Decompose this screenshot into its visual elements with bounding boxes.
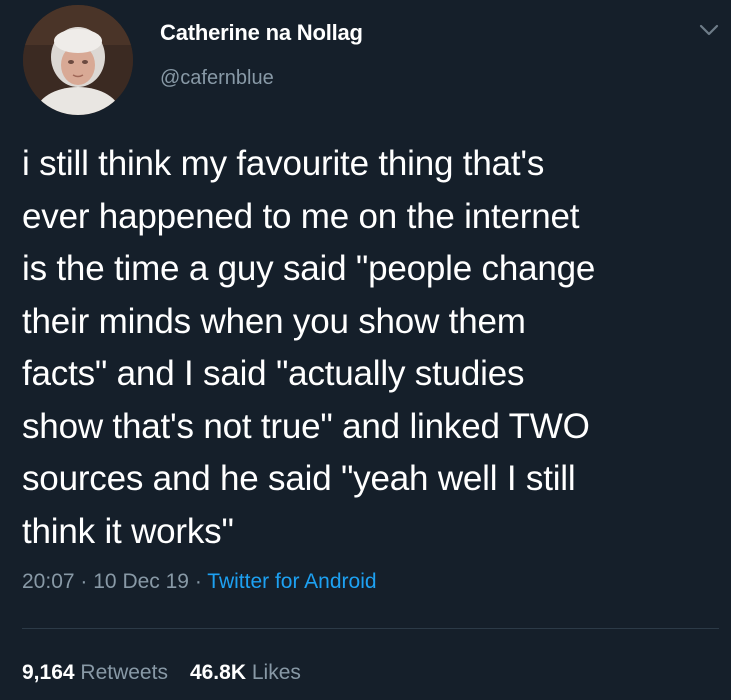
chevron-down-icon[interactable] <box>698 22 720 38</box>
retweets-count: 9,164 <box>22 661 75 684</box>
tweet-time[interactable]: 20:07 <box>22 570 75 593</box>
tweet-text-line: i still think my favourite thing that's <box>22 144 545 183</box>
tweet-date[interactable]: 10 Dec 19 <box>93 570 189 593</box>
tweet-meta: 20:07 · 10 Dec 19 · Twitter for Android <box>22 570 377 594</box>
meta-separator: · <box>80 570 88 593</box>
avatar-photo-icon <box>23 5 133 115</box>
divider <box>22 628 719 629</box>
tweet-text-line: their minds when you show them <box>22 301 526 341</box>
retweets-label: Retweets <box>80 661 168 684</box>
likes-stat[interactable]: 46.8K Likes <box>190 661 301 684</box>
tweet-text: i still think my favourite thing that's … <box>22 138 722 558</box>
author-handle[interactable]: @cafernblue <box>160 67 274 90</box>
tweet-text-line: is the time a guy said "people change <box>22 249 596 288</box>
tweet-stats: 9,164 Retweets 46.8K Likes <box>22 661 301 685</box>
likes-label: Likes <box>251 661 301 684</box>
tweet-text-line: sources and he said "yeah well I still <box>22 459 576 498</box>
author-display-name[interactable]: Catherine na Nollag <box>160 20 363 46</box>
tweet-text-line: show that's not true" and linked TWO <box>22 406 590 446</box>
tweet-source-link[interactable]: Twitter for Android <box>207 570 376 593</box>
meta-separator: · <box>194 570 202 593</box>
tweet-text-line: ever happened to me on the internet <box>22 196 580 236</box>
avatar[interactable] <box>23 5 133 115</box>
likes-count: 46.8K <box>189 661 246 684</box>
retweets-stat[interactable]: 9,164 Retweets <box>22 661 168 684</box>
tweet-text-line: facts" and I said "actually studies <box>22 354 525 393</box>
tweet-text-line: think it works" <box>22 511 234 551</box>
tweet-card: Catherine na Nollag @cafernblue i still … <box>0 0 731 700</box>
